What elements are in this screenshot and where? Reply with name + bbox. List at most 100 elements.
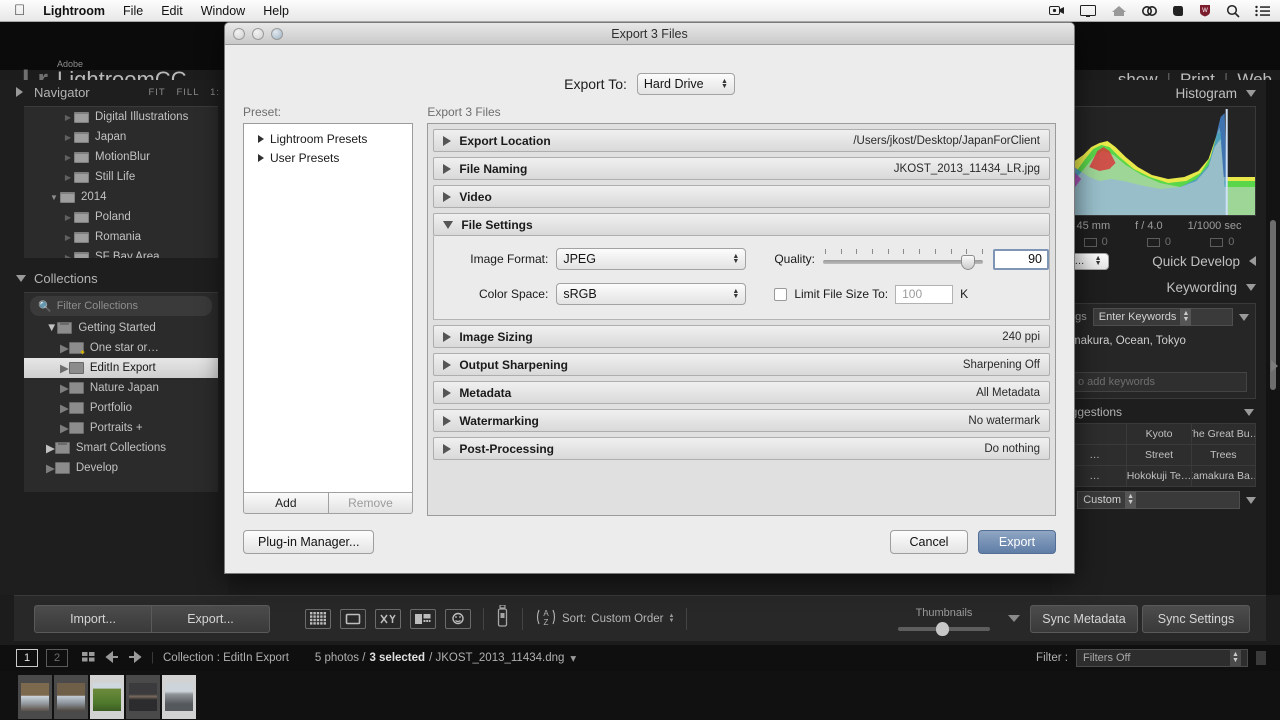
chevron-right-icon[interactable]: ▶ [46, 461, 55, 475]
keyword-mode-select[interactable]: Enter Keywords ▲ ▼ [1092, 308, 1233, 326]
page-indicator-1[interactable]: 1 [16, 649, 38, 667]
filter-select[interactable]: Filters Off ▲ ▼ [1076, 649, 1248, 667]
export-panel-row[interactable]: Export Location/Users/jkost/Desktop/Japa… [433, 129, 1050, 152]
quick-develop-header[interactable]: e… ▲ ▼ Quick Develop [1052, 248, 1266, 274]
filmstrip-thumb[interactable] [126, 675, 160, 719]
export-panel-row[interactable]: File Settings [433, 213, 1050, 236]
folder-row[interactable]: ▶ MotionBlur [24, 147, 218, 167]
menu-item-help[interactable]: Help [263, 4, 289, 18]
quality-input[interactable]: 90 [993, 248, 1049, 270]
limit-file-size-input[interactable]: 100 [895, 284, 954, 304]
dialog-titlebar[interactable]: Export 3 Files [225, 23, 1074, 45]
search-icon[interactable] [1226, 4, 1240, 18]
arrow-left-icon[interactable] [105, 650, 119, 666]
collection-row-selected[interactable]: ▶ EditIn Export [24, 358, 218, 378]
suggestion-cell[interactable]: Kyoto [1127, 424, 1191, 444]
sort-az-icon[interactable]: AZ [535, 607, 557, 630]
chevron-down-icon[interactable]: ▼ [48, 193, 60, 202]
arrow-right-icon[interactable] [128, 650, 142, 666]
preset-row[interactable]: Lightroom Presets [244, 129, 412, 148]
survey-view-icon[interactable] [410, 608, 436, 629]
collection-row[interactable]: ▶ Portraits + [24, 418, 218, 438]
chevron-right-icon[interactable] [443, 135, 452, 146]
export-panel-row[interactable]: File Naming JKOST_2013_11434_LR.jpg [433, 157, 1050, 180]
chevron-right-icon[interactable] [443, 387, 452, 398]
home-icon[interactable] [1111, 5, 1127, 17]
export-panel-row[interactable]: Video [433, 185, 1050, 208]
slider-knob[interactable] [936, 621, 949, 636]
suggestions-header[interactable]: uggestions [1062, 401, 1256, 423]
stepper-icon[interactable]: ▲ ▼ [1125, 491, 1137, 509]
quality-slider-track[interactable] [823, 260, 983, 264]
filmstrip-thumb[interactable] [54, 675, 88, 719]
export-button[interactable]: Export... [152, 604, 270, 633]
apple-logo-icon[interactable]:  [14, 3, 25, 18]
suggestion-cell[interactable]: Trees [1191, 445, 1255, 465]
chevron-right-icon[interactable] [443, 331, 452, 342]
chevron-right-icon[interactable] [443, 191, 452, 202]
minimize-button[interactable] [252, 27, 264, 40]
collection-row[interactable]: ▶ One star or… [24, 338, 218, 358]
chevron-right-icon[interactable]: ▶ [60, 341, 69, 355]
spray-can-icon[interactable] [496, 604, 510, 632]
folder-row[interactable]: ▼ 2014 [24, 187, 218, 207]
keyword-list[interactable]: makura, Ocean, Tokyo [1063, 330, 1255, 370]
stepper-icon[interactable]: ▲ ▼ [1230, 649, 1241, 667]
keyword-add-input[interactable]: o add keywords [1071, 372, 1247, 392]
chevron-right-icon[interactable]: ▶ [62, 173, 74, 182]
chevron-down-icon[interactable] [443, 220, 454, 229]
folder-row[interactable]: ▶ Digital Illustrations [24, 107, 218, 127]
evernote-icon[interactable] [1172, 4, 1184, 17]
image-format-select[interactable]: JPEG ▲ ▼ [556, 248, 747, 270]
menu-item-lightroom[interactable]: Lightroom [43, 4, 105, 18]
collapse-right-arrow-icon[interactable] [1271, 360, 1278, 372]
menu-item-edit[interactable]: Edit [161, 4, 183, 18]
list-icon[interactable] [1255, 5, 1270, 17]
export-panel-row[interactable]: Image Sizing 240 ppi [433, 325, 1050, 348]
chevron-right-icon[interactable] [443, 415, 452, 426]
export-panel-row[interactable]: Output Sharpening Sharpening Off [433, 353, 1050, 376]
folder-row[interactable]: ▶ Still Life [24, 167, 218, 187]
zoom-button[interactable] [271, 27, 283, 40]
chevron-down-icon[interactable]: ▾ [570, 651, 576, 665]
chevron-right-icon[interactable]: ▶ [60, 381, 69, 395]
stepper-icon[interactable]: ▲ ▼ [669, 613, 675, 624]
suggestion-cell[interactable]: Hokokuji Te… [1127, 466, 1191, 486]
suggestion-cell[interactable]: The Great Bu… [1191, 424, 1255, 444]
chevron-right-icon[interactable]: ▶ [46, 441, 55, 455]
chevron-right-icon[interactable]: ▶ [60, 421, 69, 435]
creative-cloud-icon[interactable] [1142, 5, 1157, 17]
suggestion-cell[interactable]: Kamakura Ba… [1191, 466, 1255, 486]
chevron-right-icon[interactable]: ▶ [60, 401, 69, 415]
filter-collections-input[interactable]: 🔍 Filter Collections [30, 296, 212, 316]
export-button[interactable]: Export [978, 530, 1056, 554]
chevron-down-icon[interactable] [1246, 496, 1256, 504]
folder-row[interactable]: ▶ SF Bay Area [24, 247, 218, 258]
cancel-button[interactable]: Cancel [890, 530, 968, 554]
sync-settings-button[interactable]: Sync Settings [1142, 604, 1250, 633]
navigator-fit[interactable]: FIT [148, 87, 165, 98]
chevron-right-icon[interactable]: ▶ [62, 153, 74, 162]
grid-icon[interactable] [82, 651, 96, 666]
thumbnail-size-slider[interactable] [898, 621, 990, 636]
chevron-right-icon[interactable] [443, 443, 452, 454]
page-indicator-2[interactable]: 2 [46, 649, 68, 667]
chevron-right-icon[interactable]: ▶ [62, 213, 74, 222]
export-to-select[interactable]: Hard Drive ▲ ▼ [636, 73, 735, 95]
menu-item-window[interactable]: Window [201, 4, 245, 18]
collections-header[interactable]: Collections [0, 266, 228, 290]
add-preset-button[interactable]: Add [243, 492, 329, 514]
folder-row[interactable]: ▶ Romania [24, 227, 218, 247]
close-button[interactable] [233, 27, 245, 40]
navigator-ratio[interactable]: 1: [210, 87, 220, 98]
compare-view-icon[interactable] [375, 608, 401, 629]
collection-row[interactable]: ▼ Getting Started [24, 318, 218, 338]
histogram-header[interactable]: Histogram [1052, 80, 1266, 106]
color-space-select[interactable]: sRGB ▲ ▼ [556, 283, 747, 305]
keywording-header[interactable]: Keywording [1052, 274, 1266, 300]
suggestion-cell[interactable]: Street [1127, 445, 1191, 465]
status-filename[interactable]: / JKOST_2013_11434.dng [429, 652, 564, 664]
right-panel-grip[interactable] [1266, 80, 1280, 595]
export-panel-row[interactable]: Post-Processing Do nothing [433, 437, 1050, 460]
chevron-right-icon[interactable]: ▶ [62, 113, 74, 122]
